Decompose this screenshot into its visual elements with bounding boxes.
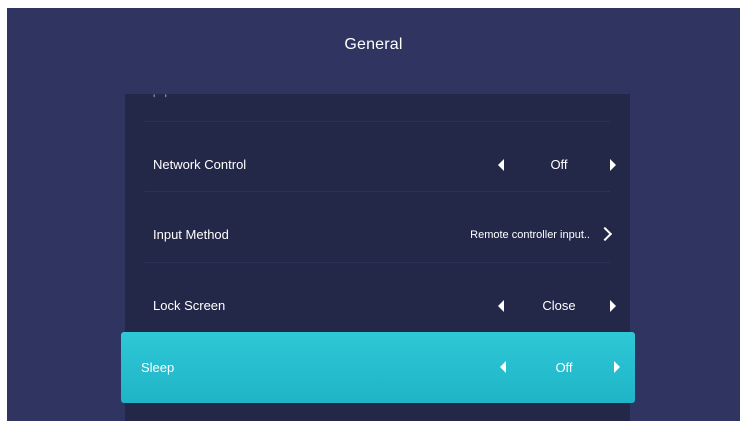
page-title: General xyxy=(344,36,403,53)
list-item-input-method[interactable]: Input Method Remote controller input.. xyxy=(125,200,630,270)
network-control-label: Network Control xyxy=(153,157,247,172)
divider xyxy=(145,121,610,122)
lock-screen-value: Close xyxy=(542,298,576,313)
list-item-network-control[interactable]: Network Control Off xyxy=(125,130,630,200)
list-item-partial-label: ' ' xyxy=(153,92,170,100)
input-method-value: Remote controller input.. xyxy=(470,229,590,241)
triangle-left-icon[interactable] xyxy=(500,361,506,373)
sleep-label: Sleep xyxy=(141,360,175,375)
network-control-value: Off xyxy=(550,157,568,172)
triangle-right-icon[interactable] xyxy=(610,300,616,312)
lock-screen-label: Lock Screen xyxy=(153,298,226,313)
list-item-lock-screen[interactable]: Lock Screen Close xyxy=(125,271,630,341)
divider xyxy=(145,191,610,192)
list-item-sleep[interactable]: Sleep Off xyxy=(121,332,635,403)
settings-screen: General ' ' Network Control Off Input Me… xyxy=(7,8,740,421)
sleep-value: Off xyxy=(555,360,573,375)
triangle-left-icon[interactable] xyxy=(498,300,504,312)
triangle-left-icon[interactable] xyxy=(498,159,504,171)
triangle-right-icon[interactable] xyxy=(610,159,616,171)
divider xyxy=(145,262,610,263)
triangle-right-icon[interactable] xyxy=(614,361,620,373)
chevron-right-icon[interactable] xyxy=(597,226,613,242)
input-method-label: Input Method xyxy=(153,227,229,242)
